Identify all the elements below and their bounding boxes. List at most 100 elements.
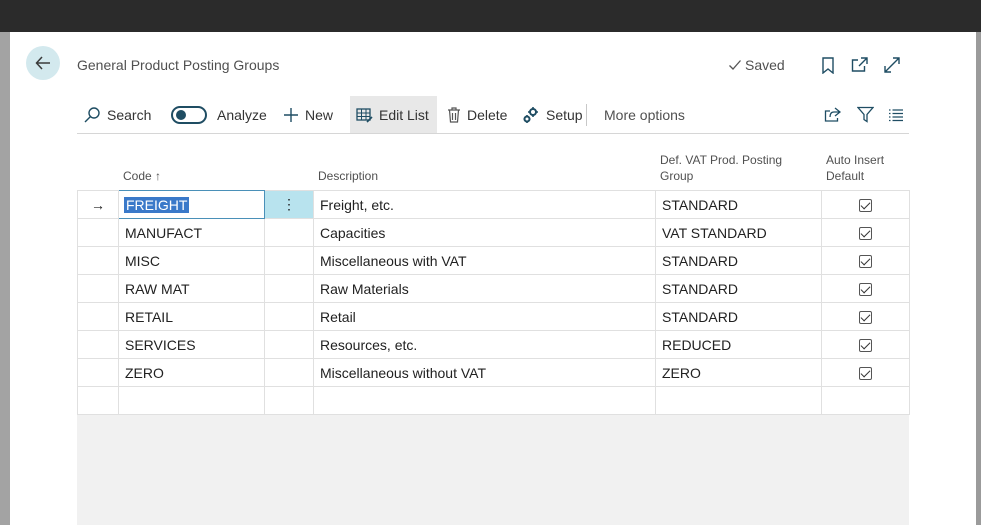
share-icon [824,106,841,122]
description-cell[interactable]: Resources, etc. [313,330,656,359]
column-header-code-label: Code [123,169,152,183]
table-row[interactable]: MISC Miscellaneous with VAT STANDARD [77,246,910,275]
list-grid: Code ↑ Description Def. VAT Prod. Postin… [77,142,910,525]
auto-insert-cell[interactable] [821,358,910,387]
search-button[interactable]: Search [77,96,157,133]
code-cell[interactable]: FREIGHT [118,190,265,219]
more-options-label: More options [604,106,685,123]
back-button[interactable] [26,46,60,80]
auto-insert-cell[interactable] [821,190,910,219]
checkbox-checked[interactable] [859,227,872,241]
vat-group-cell[interactable]: VAT STANDARD [655,218,822,247]
vat-group-cell[interactable]: ZERO [655,358,822,387]
description-cell[interactable]: Freight, etc. [313,190,656,219]
code-value[interactable]: FREIGHT [124,196,190,213]
setup-label: Setup [546,106,583,123]
new-button[interactable]: New [277,96,339,133]
expand-icon[interactable] [883,56,901,74]
list-table: → FREIGHT ⋮ Freight, etc. STANDARD MANUF… [77,190,910,415]
vat-group-cell[interactable] [655,386,822,415]
edit-list-icon [356,107,373,123]
description-cell[interactable]: Miscellaneous with VAT [313,246,656,275]
description-cell[interactable] [313,386,656,415]
table-row-empty[interactable] [77,386,910,415]
row-indicator-arrow-icon: → [77,190,119,219]
column-header-code[interactable]: Code ↑ [123,168,161,184]
delete-button[interactable]: Delete [441,96,513,133]
code-cell[interactable]: MISC [118,246,265,275]
list-view-button[interactable] [882,96,910,133]
row-menu-cell[interactable] [264,330,314,359]
row-indicator [77,330,119,359]
auto-insert-cell[interactable] [821,330,910,359]
vat-group-cell[interactable]: STANDARD [655,302,822,331]
more-options-button[interactable]: More options [598,96,691,133]
row-menu-cell[interactable] [264,218,314,247]
table-row[interactable]: SERVICES Resources, etc. REDUCED [77,330,910,359]
edit-list-label: Edit List [379,106,429,123]
edit-list-button[interactable]: Edit List [350,96,437,133]
row-menu-cell[interactable] [264,386,314,415]
table-row[interactable]: → FREIGHT ⋮ Freight, etc. STANDARD [77,190,910,219]
row-menu-cell[interactable] [264,358,314,387]
checkbox-checked[interactable] [859,199,872,213]
analyze-toggle[interactable]: Analyze [165,96,273,133]
auto-insert-cell[interactable] [821,246,910,275]
vat-group-cell[interactable]: STANDARD [655,190,822,219]
page-title: General Product Posting Groups [77,57,280,73]
row-indicator [77,218,119,247]
row-indicator [77,358,119,387]
row-indicator [77,274,119,303]
bookmark-icon[interactable] [819,56,837,74]
new-label: New [305,106,334,123]
table-row[interactable]: RAW MAT Raw Materials STANDARD [77,274,910,303]
description-cell[interactable]: Retail [313,302,656,331]
trash-icon [448,106,460,123]
table-row[interactable]: RETAIL Retail STANDARD [77,302,910,331]
vat-group-cell[interactable]: STANDARD [655,246,822,275]
toolbar-divider [586,104,587,126]
checkbox-checked[interactable] [859,255,872,269]
code-cell[interactable]: ZERO [118,358,265,387]
column-header-vat-group[interactable]: Def. VAT Prod. Posting Group [660,152,782,184]
auto-insert-cell[interactable] [821,274,910,303]
filter-button[interactable] [851,96,880,133]
vat-group-cell[interactable]: STANDARD [655,274,822,303]
checkbox-checked[interactable] [859,339,872,353]
code-cell[interactable]: RETAIL [118,302,265,331]
code-cell[interactable]: RAW MAT [118,274,265,303]
setup-button[interactable]: Setup [516,96,589,133]
auto-insert-cell[interactable] [821,302,910,331]
auto-insert-cell[interactable] [821,386,910,415]
row-menu-cell[interactable] [264,246,314,275]
table-row[interactable]: ZERO Miscellaneous without VAT ZERO [77,358,910,387]
column-header-description[interactable]: Description [318,168,378,184]
row-menu-cell[interactable] [264,302,314,331]
open-in-new-window-icon[interactable] [850,56,868,74]
auto-insert-cell[interactable] [821,218,910,247]
share-button[interactable] [818,96,847,133]
description-cell[interactable]: Capacities [313,218,656,247]
checkbox-checked[interactable] [859,311,872,325]
toggle-switch-icon [171,105,207,124]
column-header-auto-line1: Auto Insert [826,153,885,167]
code-cell[interactable]: SERVICES [118,330,265,359]
row-menu-icon[interactable]: ⋮ [264,190,314,219]
sort-ascending-icon: ↑ [155,169,162,183]
vat-group-cell[interactable]: REDUCED [655,330,822,359]
column-header-row: Code ↑ Description Def. VAT Prod. Postin… [77,142,909,190]
delete-label: Delete [467,106,508,123]
plus-icon [284,107,298,122]
description-cell[interactable]: Raw Materials [313,274,656,303]
description-cell[interactable]: Miscellaneous without VAT [313,358,656,387]
code-cell[interactable]: MANUFACT [118,218,265,247]
row-menu-cell[interactable] [264,274,314,303]
row-indicator [77,302,119,331]
row-indicator [77,246,119,275]
column-header-auto-insert[interactable]: Auto Insert Default [826,152,884,184]
checkbox-checked[interactable] [859,367,872,381]
checkbox-checked[interactable] [859,283,872,297]
table-row[interactable]: MANUFACT Capacities VAT STANDARD [77,218,910,247]
search-label: Search [107,106,152,123]
code-cell[interactable] [118,386,265,415]
